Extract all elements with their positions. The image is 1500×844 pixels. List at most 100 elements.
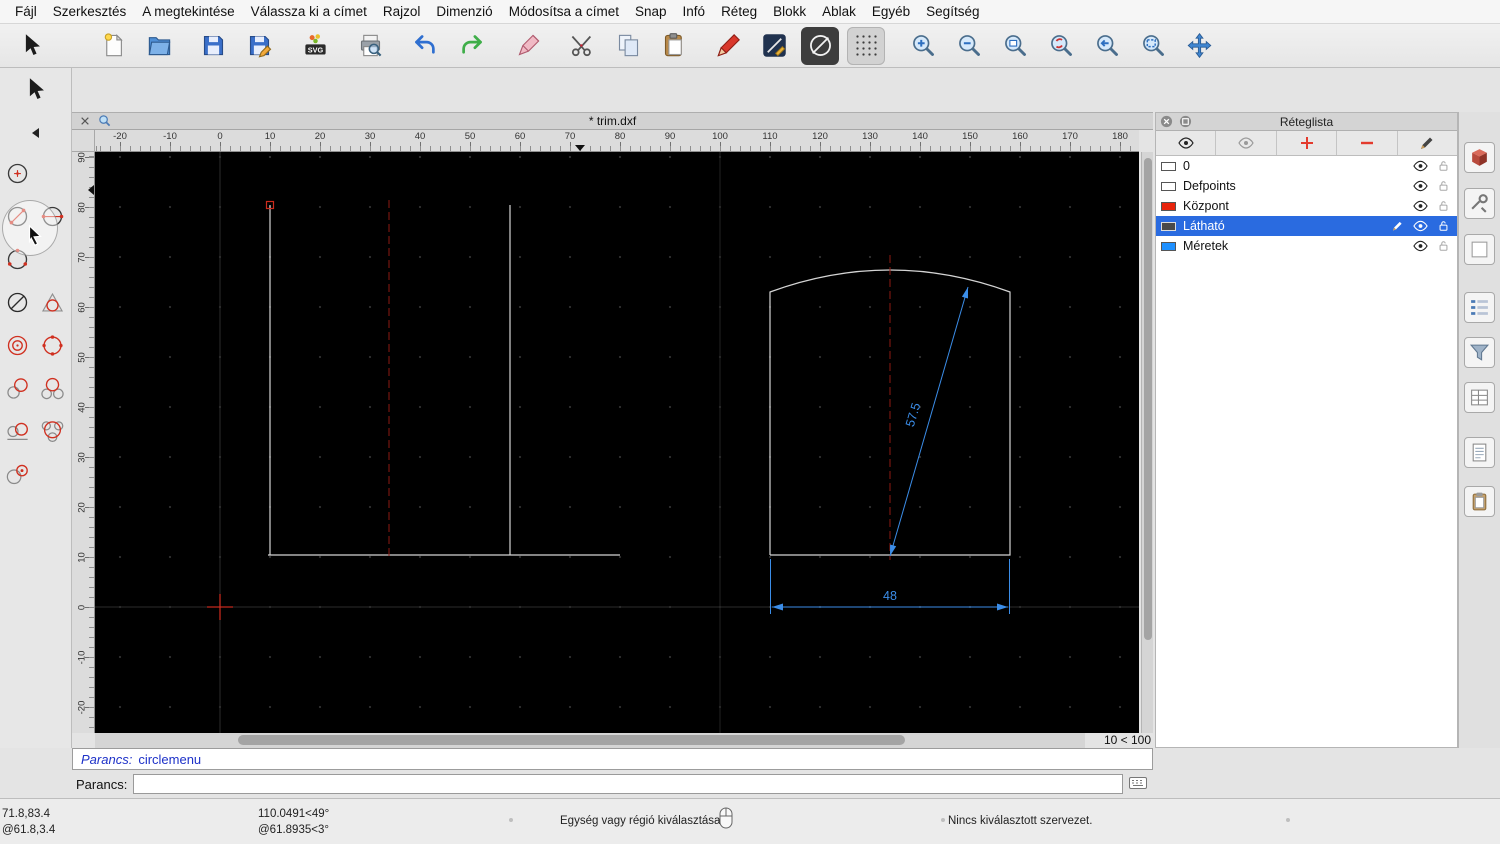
ruler-h-label-30: 30	[364, 131, 376, 142]
horizontal-scrollbar-thumb[interactable]	[238, 735, 905, 745]
zoom-previous-button[interactable]	[1088, 27, 1126, 65]
add-layer-button[interactable]	[1277, 131, 1338, 155]
circle-concentric-button[interactable]	[1, 329, 34, 362]
absolute-polar: 110.0491<49°	[258, 808, 330, 820]
command-log-panel-button[interactable]	[1464, 437, 1495, 468]
vertical-scrollbar-thumb[interactable]	[1144, 158, 1152, 640]
hide-all-layers-button[interactable]	[1216, 131, 1277, 155]
clipboard-panel-button[interactable]	[1464, 486, 1495, 517]
layer-row-Látható[interactable]: Látható	[1156, 216, 1457, 236]
layer-row-Központ[interactable]: Központ	[1156, 196, 1457, 216]
print-preview-button[interactable]	[351, 27, 389, 65]
save-as-button[interactable]	[240, 27, 278, 65]
layer-lock-icon[interactable]	[1436, 219, 1452, 233]
circle-tangent-circle-line-button[interactable]	[1, 415, 34, 448]
select-button[interactable]	[12, 27, 50, 65]
layer-visibility-icon[interactable]	[1413, 219, 1429, 233]
remove-layer-button[interactable]	[1337, 131, 1398, 155]
zoom-pan-button[interactable]	[1180, 27, 1218, 65]
layer-visibility-icon[interactable]	[1413, 239, 1429, 253]
layer-edit-pen-icon[interactable]	[1390, 219, 1406, 233]
circle-tool-button[interactable]	[801, 26, 839, 65]
layer-visibility-icon[interactable]	[1413, 179, 1429, 193]
layer-lock-icon[interactable]	[1436, 179, 1452, 193]
open-file-button[interactable]	[140, 27, 178, 65]
layer-lock-icon[interactable]	[1436, 159, 1452, 173]
circle-tangent-2-circles-button[interactable]	[36, 372, 69, 405]
layer-list-panel-button[interactable]	[1464, 292, 1495, 323]
menu-item-10[interactable]: Blokk	[765, 0, 814, 24]
menu-item-9[interactable]: Réteg	[713, 0, 765, 24]
mouse-cursor-icon	[24, 224, 46, 247]
menu-item-4[interactable]: Rajzol	[375, 0, 429, 24]
ruler-h-label-60: 60	[514, 131, 526, 142]
zoom-window-button[interactable]	[1134, 27, 1172, 65]
zoom-in-button[interactable]	[904, 27, 942, 65]
zoom-auto-button[interactable]	[996, 27, 1034, 65]
dim-arrow	[890, 544, 897, 556]
coordinate-display: 71.8,83.4 @61.8,3.4	[2, 806, 55, 838]
circle-tangent-2-points-button[interactable]	[1, 372, 34, 405]
menu-item-5[interactable]: Dimenzió	[428, 0, 500, 24]
undo-button[interactable]	[406, 27, 444, 65]
left-shape[interactable]	[268, 205, 620, 556]
menu-item-6[interactable]: Módosítsa a címet	[501, 0, 627, 24]
left-tool-palette	[0, 68, 72, 748]
menu-item-3[interactable]: Válassza ki a címet	[243, 0, 375, 24]
drawing-canvas[interactable]: 57.5 48	[95, 152, 1139, 733]
layer-row-Defpoints[interactable]: Defpoints	[1156, 176, 1457, 196]
circle-tangent-point-circle-button[interactable]	[1, 458, 34, 491]
copy-button[interactable]	[609, 27, 647, 65]
show-all-layers-button[interactable]	[1156, 131, 1217, 155]
command-input[interactable]	[133, 774, 1123, 794]
draw-pen-button[interactable]	[709, 27, 747, 65]
snap-grid-button[interactable]	[847, 26, 885, 65]
circle-diameter-line-button[interactable]	[1, 286, 34, 319]
circle-by-points-button[interactable]	[36, 329, 69, 362]
svg-export-button[interactable]: SVG	[296, 27, 334, 65]
circle-tangent-3-circles-button[interactable]	[36, 415, 69, 448]
blank-panel-button[interactable]	[1464, 234, 1495, 265]
circle-center-point-button[interactable]	[1, 157, 34, 190]
zoom-redraw-button[interactable]	[1042, 27, 1080, 65]
layer-name: Látható	[1183, 219, 1225, 233]
tool-options-button[interactable]	[1464, 188, 1495, 219]
menu-item-1[interactable]: Szerkesztés	[45, 0, 135, 24]
layer-lock-icon[interactable]	[1436, 239, 1452, 253]
layer-row-0[interactable]: 0	[1156, 156, 1457, 176]
layer-panel-title: Réteglista	[1279, 114, 1334, 129]
layer-visibility-icon[interactable]	[1413, 199, 1429, 213]
vertical-scrollbar[interactable]	[1141, 152, 1153, 733]
layer-lock-icon[interactable]	[1436, 199, 1452, 213]
ruler-v-label-80: 80	[76, 202, 88, 213]
menu-item-2[interactable]: A megtekintése	[134, 0, 242, 24]
block-list-panel-button[interactable]	[1464, 382, 1495, 413]
layer-visibility-icon[interactable]	[1413, 159, 1429, 173]
edit-layer-button[interactable]	[1398, 131, 1457, 155]
ruler-h-label-180: 180	[1112, 131, 1128, 142]
menu-item-0[interactable]: Fájl	[7, 0, 45, 24]
select-tool-button[interactable]	[16, 70, 54, 108]
horizontal-scrollbar[interactable]	[95, 733, 1085, 748]
filter-panel-button[interactable]	[1464, 337, 1495, 368]
menu-item-13[interactable]: Segítség	[918, 0, 987, 24]
ruler-v-label-0: 0	[76, 604, 88, 611]
new-file-button[interactable]	[94, 27, 132, 65]
library-browser-button[interactable]	[1464, 142, 1495, 173]
save-button[interactable]	[194, 27, 232, 65]
ruler-v-label-40: 40	[76, 402, 88, 413]
circle-inscribed-button[interactable]	[36, 286, 69, 319]
menu-item-8[interactable]: Infó	[675, 0, 714, 24]
keyboard-toggle-button[interactable]	[1129, 776, 1149, 792]
redo-button[interactable]	[452, 27, 490, 65]
palette-collapse-button[interactable]	[0, 126, 71, 140]
delete-entity-button[interactable]	[509, 27, 547, 65]
attributes-button[interactable]	[755, 27, 793, 65]
menu-item-7[interactable]: Snap	[627, 0, 675, 24]
menu-item-11[interactable]: Ablak	[814, 0, 864, 24]
paste-button[interactable]	[655, 27, 693, 65]
layer-row-Méretek[interactable]: Méretek	[1156, 236, 1457, 256]
cut-button[interactable]	[563, 27, 601, 65]
menu-item-12[interactable]: Egyéb	[864, 0, 918, 24]
zoom-out-button[interactable]	[950, 27, 988, 65]
